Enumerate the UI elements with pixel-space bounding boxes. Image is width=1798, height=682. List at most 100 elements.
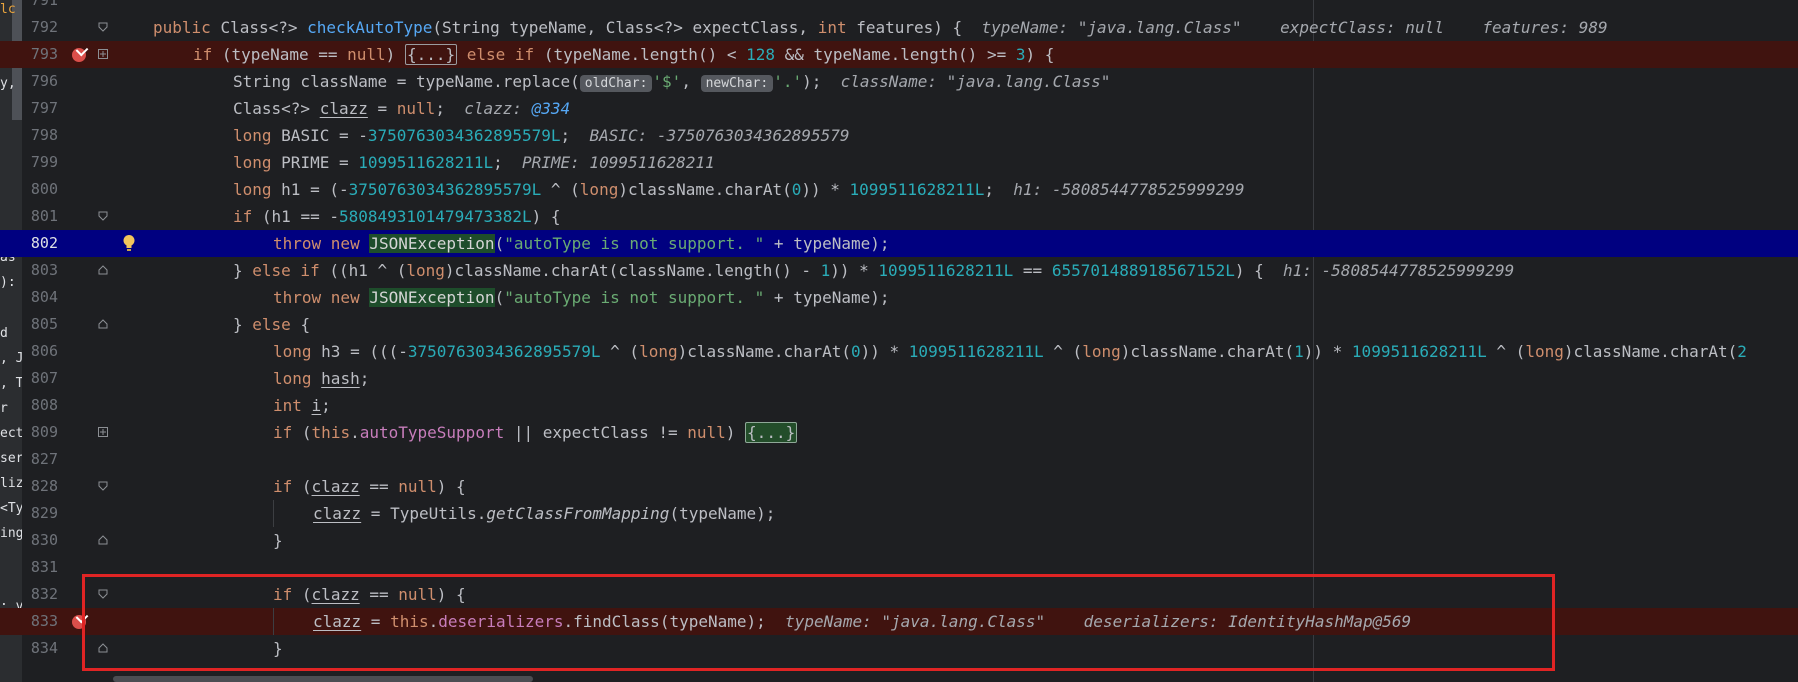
code-text[interactable]: int i;	[273, 392, 331, 419]
code-token: null	[687, 423, 726, 442]
code-token: 0	[791, 180, 802, 199]
code-text[interactable]: Class<?> clazz = null; clazz: @334	[233, 95, 570, 122]
code-token: ,	[681, 72, 701, 91]
code-line[interactable]: 800 long h1 = (-3750763034362895579L ^ (…	[0, 176, 1798, 203]
code-text[interactable]: public Class<?> checkAutoType(String typ…	[153, 14, 1608, 41]
folded-code-block[interactable]: {...}	[745, 422, 798, 443]
horizontal-scrollbar[interactable]	[113, 676, 533, 682]
line-number: 829	[30, 504, 58, 522]
code-token: i	[311, 396, 322, 415]
debug-object-link[interactable]: @334	[532, 99, 571, 118]
code-token: )className.charAt(className.length() -	[444, 261, 821, 280]
breakpoint-checked-icon[interactable]	[72, 48, 86, 62]
code-line[interactable]: 797 Class<?> clazz = null; clazz: @334	[0, 95, 1798, 122]
fold-open-icon[interactable]	[98, 481, 108, 491]
code-text[interactable]: long h1 = (-3750763034362895579L ^ (long…	[233, 176, 1244, 203]
code-line[interactable]: 827	[0, 446, 1798, 473]
code-token: clazz	[319, 99, 368, 118]
fold-collapsed-icon[interactable]	[98, 49, 108, 59]
code-line[interactable]: 828 if (clazz == null) {	[0, 473, 1798, 500]
code-token: + typeName);	[764, 288, 890, 307]
code-token: long	[233, 126, 282, 145]
code-text[interactable]: throw new JSONException("autoType is not…	[273, 230, 890, 257]
fold-end-icon[interactable]	[98, 535, 108, 545]
parameter-hint: newChar:	[700, 75, 774, 92]
code-line-current[interactable]: 802 throw new JSONException("autoType is…	[0, 230, 1798, 257]
code-line[interactable]: 801 if (h1 == -5808493101479473382L) {	[0, 203, 1798, 230]
code-line[interactable]: 803 } else if ((h1 ^ (long)className.cha…	[0, 257, 1798, 284]
code-text[interactable]: if (h1 == -5808493101479473382L) {	[233, 203, 561, 230]
line-number: 801	[30, 207, 58, 225]
code-text[interactable]: throw new JSONException("autoType is not…	[273, 284, 890, 311]
fold-end-icon[interactable]	[98, 265, 108, 275]
code-line[interactable]: 799 long PRIME = 1099511628211L; PRIME: …	[0, 149, 1798, 176]
line-number: 793	[30, 45, 58, 63]
code-text[interactable]: String className = typeName.replace(oldC…	[233, 68, 1110, 97]
code-line[interactable]: 830 }	[0, 527, 1798, 554]
code-text[interactable]: long PRIME = 1099511628211L; PRIME: 1099…	[233, 149, 715, 176]
code-token: 1	[820, 261, 831, 280]
code-text[interactable]: if (clazz == null) {	[273, 473, 466, 500]
code-line-breakpoint[interactable]: 793 if (typeName == null) {...} else if …	[0, 41, 1798, 68]
code-line[interactable]: 807 long hash;	[0, 365, 1798, 392]
code-token: autoTypeSupport	[359, 423, 505, 442]
fold-open-icon[interactable]	[98, 22, 108, 32]
code-token: long	[273, 369, 322, 388]
code-token: }	[273, 531, 283, 550]
code-line[interactable]: 804 throw new JSONException("autoType is…	[0, 284, 1798, 311]
code-line[interactable]: 829 clazz = TypeUtils.getClassFromMappin…	[0, 500, 1798, 527]
line-number: 805	[30, 315, 58, 333]
code-text[interactable]: }	[273, 527, 283, 554]
code-token: 1099511628211L	[358, 153, 494, 172]
code-token: 3750763034362895579L	[407, 342, 601, 361]
code-token: (typeName.length() <	[543, 45, 747, 64]
code-text[interactable]: clazz = TypeUtils.getClassFromMapping(ty…	[313, 500, 775, 527]
lightbulb-icon[interactable]	[122, 234, 136, 252]
code-line[interactable]: 809 if (this.autoTypeSupport || expectCl…	[0, 419, 1798, 446]
code-line[interactable]: 806 long h3 = (((-3750763034362895579L ^…	[0, 338, 1798, 365]
line-number: 792	[30, 18, 58, 36]
debug-inline-value: className: "java.lang.Class"	[840, 72, 1111, 91]
code-token: null	[396, 99, 436, 118]
code-line[interactable]: 792 public Class<?> checkAutoType(String…	[0, 14, 1798, 41]
code-token: ^ (	[1486, 342, 1526, 361]
code-line[interactable]: 791	[0, 0, 1798, 14]
fold-open-icon[interactable]	[98, 211, 108, 221]
debug-inline-value: BASIC: -3750763034362895579	[589, 126, 850, 145]
fold-end-icon[interactable]	[98, 319, 108, 329]
code-token: 128	[746, 45, 776, 64]
code-line[interactable]: 805 } else {	[0, 311, 1798, 338]
code-token: 1099511628211L	[1351, 342, 1487, 361]
code-token: ==	[359, 477, 399, 496]
code-text[interactable]: long h3 = (((-3750763034362895579L ^ (lo…	[273, 338, 1747, 365]
code-token: ) {	[1234, 261, 1264, 280]
code-line[interactable]: 808 int i;	[0, 392, 1798, 419]
code-token: ;	[359, 369, 370, 388]
code-editor[interactable]: lc y) y, as ): d , Ja , Ty r ect seri li…	[0, 0, 1798, 682]
folded-code-block[interactable]: {...}	[404, 44, 458, 65]
code-token: )className.charAt(	[1563, 342, 1738, 361]
line-number: 833	[30, 612, 58, 630]
code-text[interactable]: if (typeName == null) {...} else if (typ…	[193, 41, 1054, 68]
code-text[interactable]: long hash;	[273, 365, 369, 392]
code-token: {	[300, 315, 311, 334]
code-token: long	[579, 180, 619, 199]
code-token: long	[639, 342, 678, 361]
code-token: else if	[252, 261, 330, 280]
code-token: 5808493101479473382L	[338, 207, 532, 226]
debug-inline-value: h1: -5808544778525999299	[1013, 180, 1245, 199]
code-text[interactable]: } else if ((h1 ^ (long)className.charAt(…	[233, 257, 1514, 284]
line-number: 807	[30, 369, 58, 387]
debug-inline-value: clazz:	[464, 99, 532, 118]
code-text[interactable]: } else {	[233, 311, 310, 338]
code-token: PRIME =	[281, 153, 359, 172]
code-text[interactable]: long BASIC = -3750763034362895579L; BASI…	[233, 122, 850, 149]
code-token: )) *	[830, 261, 879, 280]
code-token: '.'	[773, 72, 803, 91]
fold-collapsed-icon[interactable]	[98, 427, 108, 437]
code-line[interactable]: 796 String className = typeName.replace(…	[0, 68, 1798, 95]
code-token: if	[273, 477, 302, 496]
code-text[interactable]: if (this.autoTypeSupport || expectClass …	[273, 419, 798, 446]
code-line[interactable]: 798 long BASIC = -3750763034362895579L; …	[0, 122, 1798, 149]
code-token: ((h1 ^ (	[329, 261, 407, 280]
